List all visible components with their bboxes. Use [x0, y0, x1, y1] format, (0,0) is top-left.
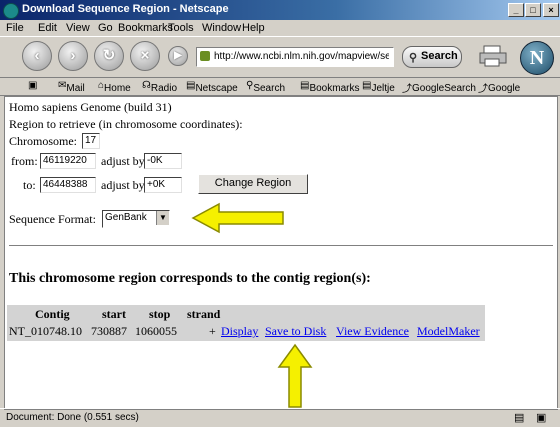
to-adjust-input[interactable]: +0K: [144, 177, 182, 193]
personal-googlesearch[interactable]: ⤴ GoogleSearch: [402, 80, 476, 95]
contig-heading: This chromosome region corresponds to th…: [9, 271, 371, 286]
display-link[interactable]: Display: [221, 324, 258, 339]
modelmaker-link[interactable]: ModelMaker: [417, 324, 480, 339]
print-icon[interactable]: [478, 45, 508, 67]
site-icon: [200, 51, 210, 61]
personal-search[interactable]: ⚲ Search: [246, 80, 285, 94]
tab-icon[interactable]: ▣: [28, 80, 37, 91]
format-select[interactable]: GenBank ▼: [102, 210, 170, 228]
personal-netscape[interactable]: ▤ Netscape: [186, 80, 238, 94]
from-adjust-input[interactable]: -0K: [144, 153, 182, 169]
status-bar: Document: Done (0.551 secs) ▤ ▣: [0, 408, 560, 427]
maximize-button[interactable]: □: [525, 3, 541, 17]
header-start: start: [102, 307, 126, 321]
navigation-toolbar: ‹ › ↻ × ▶ http://www.ncbi.nlm.nih.gov/ma…: [0, 36, 560, 78]
from-adjust-label: adjust by:: [101, 154, 148, 168]
header-strand: strand: [187, 307, 221, 321]
title-bar: Download Sequence Region - Netscape _ □ …: [0, 0, 560, 20]
reload-icon[interactable]: ↻: [94, 41, 124, 71]
region-heading: Region to retrieve (in chromosome coordi…: [9, 117, 243, 131]
personal-mail[interactable]: ✉ Mail: [58, 80, 85, 94]
to-label: to:: [23, 178, 36, 192]
magnifier-icon: ⚲: [409, 52, 418, 64]
close-button[interactable]: ×: [543, 3, 559, 17]
from-input[interactable]: 46119220: [40, 153, 96, 169]
window-title: Download Sequence Region - Netscape: [22, 3, 229, 15]
menu-file[interactable]: File: [6, 22, 24, 34]
connection-icon: ▤: [514, 412, 525, 424]
format-label: Sequence Format:: [9, 212, 96, 226]
header-stop: stop: [149, 307, 171, 321]
forward-icon[interactable]: ›: [58, 41, 88, 71]
header-contig: Contig: [35, 307, 70, 321]
security-lock-icon[interactable]: ▣: [536, 411, 546, 424]
change-region-button[interactable]: Change Region: [198, 174, 308, 194]
personal-bookmarks[interactable]: ▤ Bookmarks: [300, 80, 359, 94]
pointer-arrow-left: [191, 202, 284, 234]
search-button[interactable]: ⚲ Search: [402, 46, 462, 68]
personal-google[interactable]: ⤴ Google: [478, 80, 520, 95]
personal-home[interactable]: ⌂ Home: [98, 80, 131, 94]
menu-tools[interactable]: Tools: [168, 22, 194, 34]
back-icon[interactable]: ‹: [22, 41, 52, 71]
to-input[interactable]: 46448388: [40, 177, 96, 193]
pointer-arrow-up: [277, 343, 313, 408]
cell-stop: 1060055: [135, 324, 177, 338]
format-select-value: GenBank: [105, 212, 147, 223]
status-text: Document: Done (0.551 secs): [6, 412, 139, 423]
dropdown-arrow-icon[interactable]: ▼: [156, 211, 169, 225]
contig-table: Contig start stop strand NT_010748.10 73…: [7, 305, 485, 341]
menu-view[interactable]: View: [66, 22, 90, 34]
menu-window[interactable]: Window: [202, 22, 241, 34]
menu-help[interactable]: Help: [242, 22, 265, 34]
personal-radio[interactable]: ☊ Radio: [142, 80, 177, 94]
to-adjust-label: adjust by:: [101, 178, 148, 192]
divider: [9, 245, 553, 247]
menu-go[interactable]: Go: [98, 22, 113, 34]
netscape-window-icon: [3, 3, 19, 19]
url-field[interactable]: http://www.ncbi.nlm.nih.gov/mapview/sec: [196, 47, 394, 67]
personal-toolbar: ▣ ✉ Mail ⌂ Home ☊ Radio ▤ Netscape ⚲ Sea…: [0, 77, 560, 96]
genome-label: Homo sapiens Genome (build 31): [9, 100, 172, 114]
cell-contig: NT_010748.10: [9, 324, 82, 338]
cell-strand: +: [209, 324, 216, 338]
personal-jeltje[interactable]: ▤ Jeltje: [362, 80, 395, 94]
menu-edit[interactable]: Edit: [38, 22, 57, 34]
from-label: from:: [11, 154, 38, 168]
minimize-button[interactable]: _: [508, 3, 524, 17]
save-to-disk-link[interactable]: Save to Disk: [265, 324, 326, 339]
chromosome-input[interactable]: 17: [82, 133, 100, 149]
cell-start: 730887: [91, 324, 127, 338]
view-evidence-link[interactable]: View Evidence: [336, 324, 409, 339]
chromosome-label: Chromosome:: [9, 134, 77, 148]
page-content: Homo sapiens Genome (build 31) Region to…: [4, 96, 558, 410]
search-button-label: Search: [421, 50, 458, 62]
menu-bar: File Edit View Go Bookmarks Tools Window…: [0, 20, 560, 36]
netscape-logo: N: [520, 41, 554, 75]
url-text: http://www.ncbi.nlm.nih.gov/mapview/sec: [214, 51, 389, 62]
menu-bookmarks[interactable]: Bookmarks: [118, 22, 173, 34]
go-icon[interactable]: ▶: [168, 46, 188, 66]
stop-icon[interactable]: ×: [130, 41, 160, 71]
